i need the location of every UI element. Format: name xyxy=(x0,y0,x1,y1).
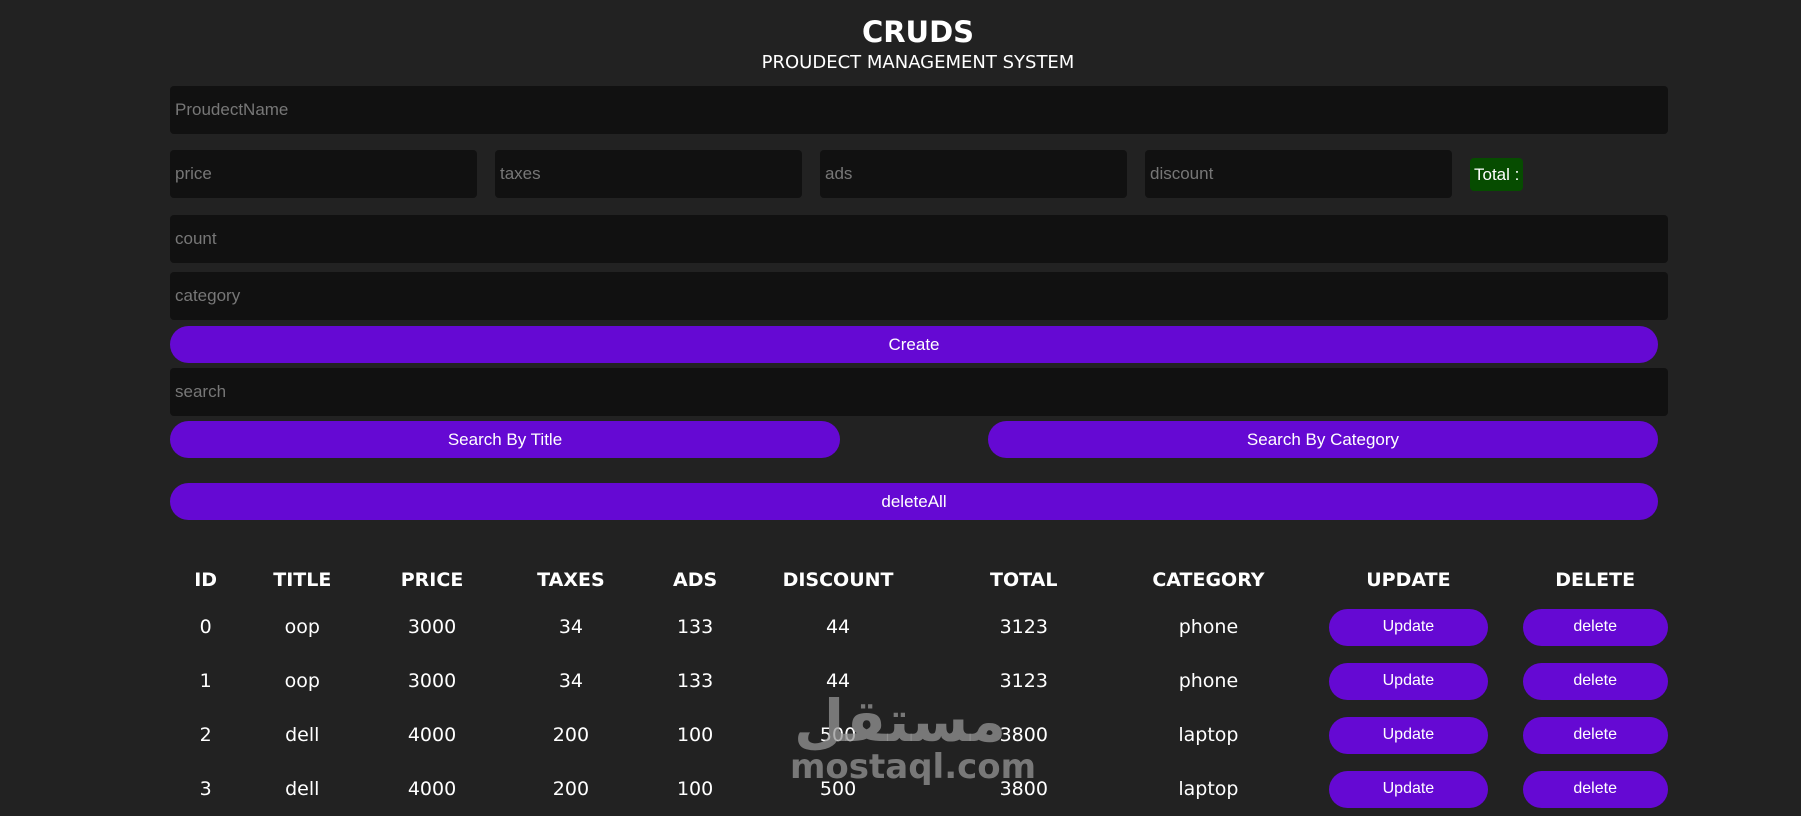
cell-ads: 100 xyxy=(676,724,714,746)
count-input[interactable] xyxy=(170,215,1668,263)
header-id: ID xyxy=(194,569,218,591)
header-taxes: TAXES xyxy=(537,569,605,591)
cell-update: Update xyxy=(1296,654,1520,708)
page-header: CRUDS PROUDECT MANAGEMENT SYSTEM xyxy=(170,0,1668,75)
page-title: CRUDS xyxy=(861,15,975,49)
cell-category: laptop xyxy=(1178,778,1239,800)
cell-id: 3 xyxy=(199,778,212,800)
cell-price: 3000 xyxy=(407,616,457,638)
update-button[interactable]: Update xyxy=(1328,770,1488,808)
cell-discount: 44 xyxy=(825,616,851,638)
cell-category: laptop xyxy=(1178,724,1239,746)
delete-button[interactable]: delete xyxy=(1522,662,1668,700)
cell-update: Update xyxy=(1296,600,1520,654)
table-row: 2 dell 4000 200 100 500 3800 laptop Upda… xyxy=(170,708,1670,762)
header-update: UPDATE xyxy=(1366,569,1451,591)
cell-price: 3000 xyxy=(407,670,457,692)
delete-button[interactable]: delete xyxy=(1522,716,1668,754)
header-price: PRICE xyxy=(400,569,464,591)
price-row: Total : xyxy=(170,150,1668,198)
cell-total: 3123 xyxy=(999,616,1048,638)
header-title: TITLE xyxy=(273,569,332,591)
table-row: 3 dell 4000 200 100 500 3800 laptop Upda… xyxy=(170,762,1670,816)
cell-taxes: 200 xyxy=(552,778,590,800)
cell-title: oop xyxy=(284,616,320,638)
cell-ads: 100 xyxy=(676,778,714,800)
cell-title: dell xyxy=(285,724,320,746)
cell-title: oop xyxy=(284,670,320,692)
cell-ads: 133 xyxy=(676,670,714,692)
cell-price: 4000 xyxy=(407,724,457,746)
cell-id: 2 xyxy=(199,724,212,746)
cell-id: 0 xyxy=(199,616,212,638)
total-display: Total : xyxy=(1470,157,1524,191)
create-button[interactable]: Create xyxy=(170,326,1658,363)
cell-category: phone xyxy=(1178,616,1239,638)
cell-delete: delete xyxy=(1520,708,1670,762)
cell-total: 3800 xyxy=(999,724,1048,746)
price-input[interactable] xyxy=(170,150,477,198)
ads-input[interactable] xyxy=(820,150,1127,198)
table-row: 0 oop 3000 34 133 44 3123 phone Update d… xyxy=(170,600,1670,654)
search-input[interactable] xyxy=(170,368,1668,416)
cell-id: 1 xyxy=(199,670,212,692)
cell-discount: 500 xyxy=(819,724,857,746)
product-name-input[interactable] xyxy=(170,86,1668,134)
header-category: CATEGORY xyxy=(1152,569,1265,591)
cell-delete: delete xyxy=(1520,762,1670,816)
search-buttons: Search By Title Search By Category xyxy=(170,421,1658,458)
crud-app: CRUDS PROUDECT MANAGEMENT SYSTEM Total :… xyxy=(170,0,1668,520)
category-input[interactable] xyxy=(170,272,1668,320)
cell-taxes: 200 xyxy=(552,724,590,746)
update-button[interactable]: Update xyxy=(1328,662,1488,700)
update-button[interactable]: Update xyxy=(1328,716,1488,754)
table-row: 1 oop 3000 34 133 44 3123 phone Update d… xyxy=(170,654,1670,708)
cell-discount: 500 xyxy=(819,778,857,800)
cell-update: Update xyxy=(1296,762,1520,816)
delete-all-button[interactable]: deleteAll xyxy=(170,483,1658,520)
cell-ads: 133 xyxy=(676,616,714,638)
header-ads: ADS xyxy=(672,569,718,591)
cell-total: 3123 xyxy=(999,670,1048,692)
cell-total: 3800 xyxy=(999,778,1048,800)
delete-button[interactable]: delete xyxy=(1522,608,1668,646)
cell-taxes: 34 xyxy=(558,670,584,692)
search-by-title-button[interactable]: Search By Title xyxy=(170,421,840,458)
cell-update: Update xyxy=(1296,708,1520,762)
update-button[interactable]: Update xyxy=(1328,608,1488,646)
cell-delete: delete xyxy=(1520,654,1670,708)
table-header-row: ID TITLE PRICE TAXES ADS DISCOUNT TOTAL … xyxy=(170,560,1670,600)
products-table: ID TITLE PRICE TAXES ADS DISCOUNT TOTAL … xyxy=(170,560,1670,816)
page-subtitle: PROUDECT MANAGEMENT SYSTEM xyxy=(761,52,1075,73)
discount-input[interactable] xyxy=(1145,150,1452,198)
header-total: TOTAL xyxy=(990,569,1058,591)
cell-delete: delete xyxy=(1520,600,1670,654)
cell-price: 4000 xyxy=(407,778,457,800)
cell-taxes: 34 xyxy=(558,616,584,638)
header-discount: DISCOUNT xyxy=(782,569,894,591)
cell-category: phone xyxy=(1178,670,1239,692)
cell-title: dell xyxy=(285,778,320,800)
taxes-input[interactable] xyxy=(495,150,802,198)
delete-button[interactable]: delete xyxy=(1522,770,1668,808)
cell-discount: 44 xyxy=(825,670,851,692)
search-by-category-button[interactable]: Search By Category xyxy=(988,421,1658,458)
header-delete: DELETE xyxy=(1555,569,1636,591)
